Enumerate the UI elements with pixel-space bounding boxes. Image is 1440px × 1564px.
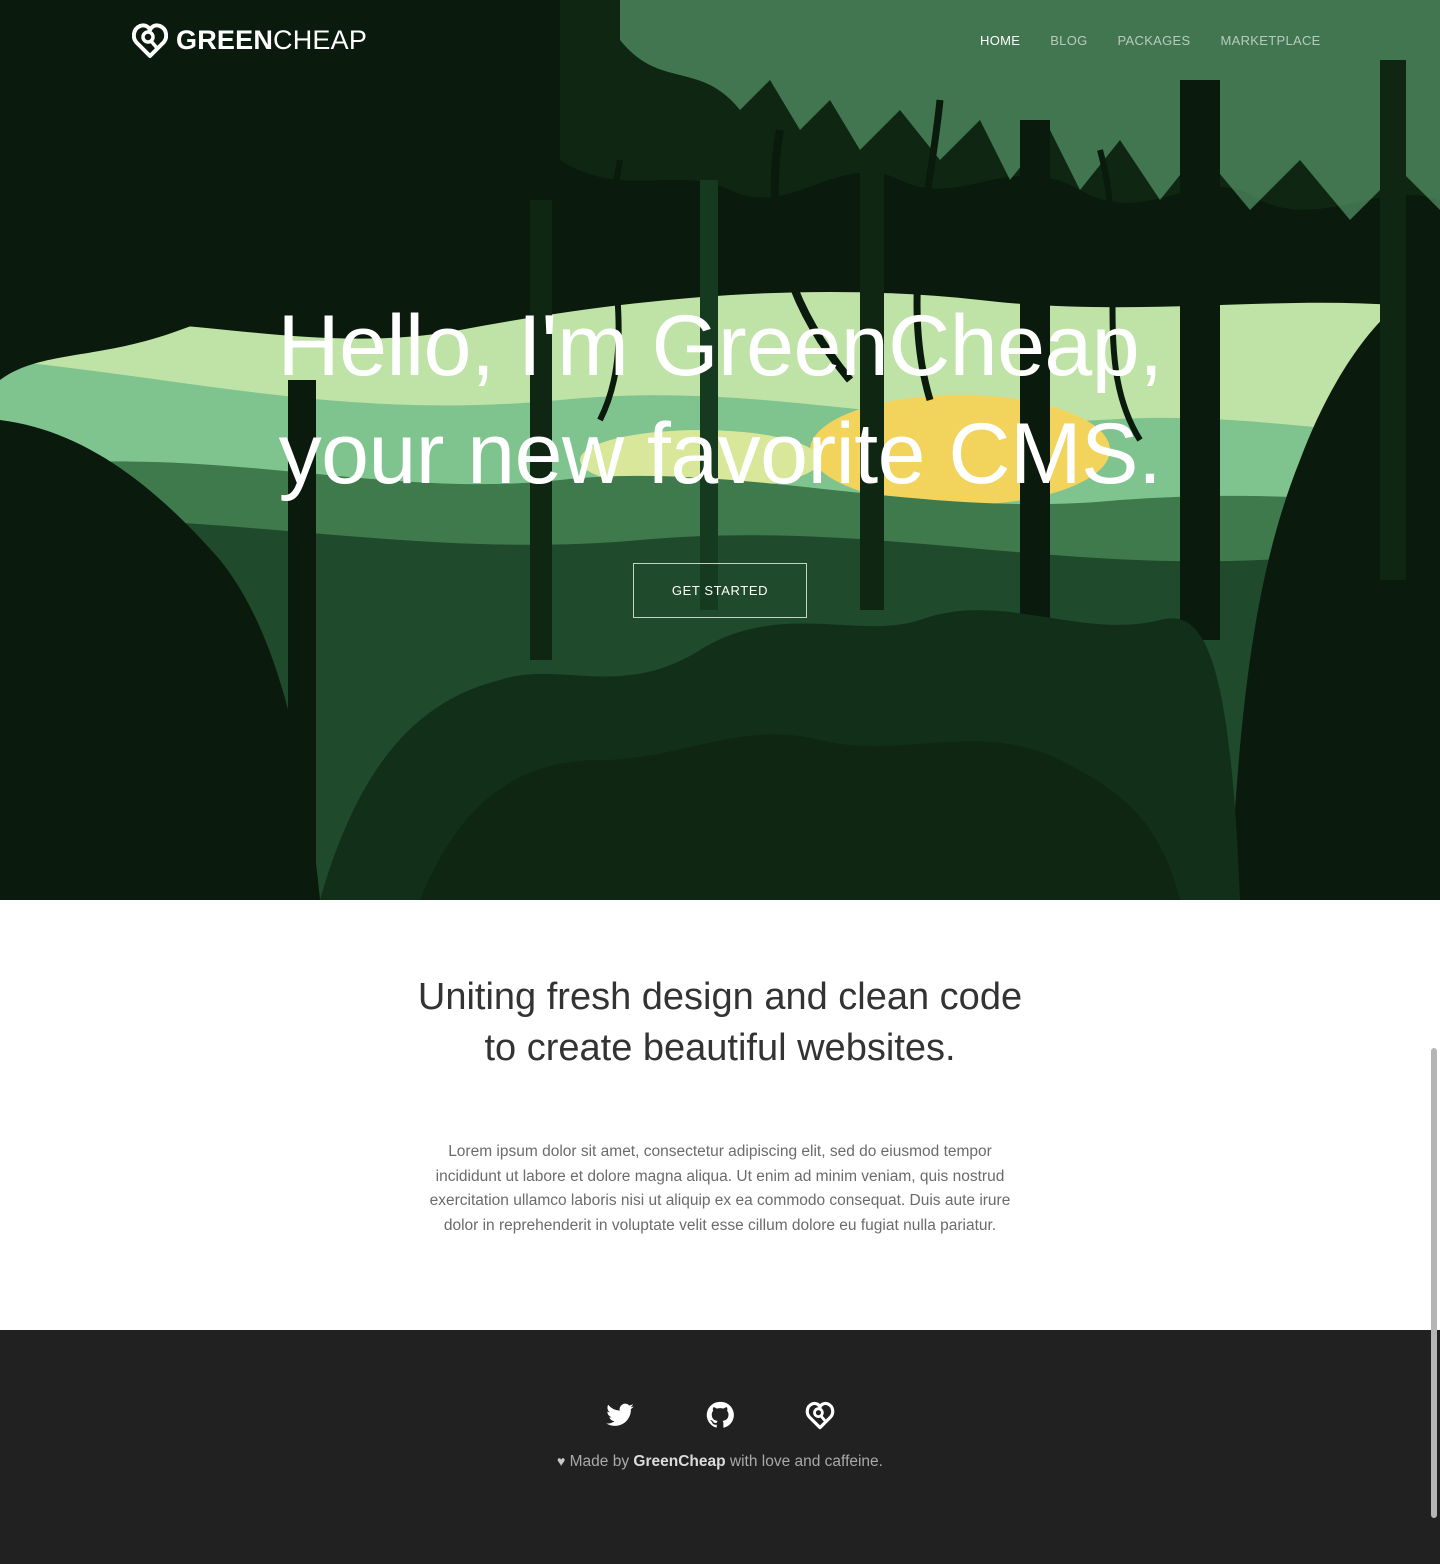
footer-credit: ♥ Made by GreenCheap with love and caffe… [0, 1453, 1440, 1471]
credit-prefix: Made by [569, 1453, 630, 1470]
nav-item-packages[interactable]: PACKAGES [1118, 32, 1191, 50]
intro-section: Uniting fresh design and clean code to c… [0, 900, 1440, 1330]
credit-brand-link[interactable]: GreenCheap [633, 1453, 725, 1470]
hero-section: GREENCHEAP HOME BLOG PACKAGES MARKETPLAC… [0, 0, 1440, 900]
heart-icon: ♥ [557, 1453, 566, 1469]
brand-logo[interactable]: GREENCHEAP [132, 20, 367, 60]
hero-headline: Hello, I'm GreenCheap, your new favorite… [0, 292, 1440, 508]
brand-wordmark: GREENCHEAP [176, 24, 368, 55]
intro-body-text: Lorem ipsum dolor sit amet, consectetur … [429, 1143, 1011, 1234]
greencheap-logo-icon[interactable] [805, 1400, 835, 1430]
main-menu: HOME BLOG PACKAGES MARKETPLACE [980, 32, 1321, 50]
nav-item-home[interactable]: HOME [980, 32, 1020, 50]
intro-heading: Uniting fresh design and clean code to c… [0, 972, 1440, 1074]
page-scrollbar[interactable] [1431, 1048, 1437, 1518]
site-footer: ♥ Made by GreenCheap with love and caffe… [0, 1330, 1440, 1564]
top-navbar: GREENCHEAP HOME BLOG PACKAGES MARKETPLAC… [0, 0, 1440, 80]
intro-heading-line-2: to create beautiful websites. [484, 1027, 956, 1069]
nav-item-marketplace[interactable]: MARKETPLACE [1221, 32, 1321, 50]
intro-heading-line-1: Uniting fresh design and clean code [417, 976, 1023, 1018]
social-links [0, 1400, 1440, 1430]
get-started-button[interactable]: GET STARTED [633, 563, 807, 618]
github-icon[interactable] [705, 1400, 735, 1430]
twitter-icon[interactable] [605, 1400, 635, 1430]
credit-suffix: with love and caffeine. [729, 1453, 883, 1470]
nav-item-blog[interactable]: BLOG [1050, 32, 1087, 50]
hero-headline-line-1: Hello, I'm GreenCheap, [277, 298, 1163, 394]
hero-headline-line-2: your new favorite CMS. [278, 406, 1162, 502]
greencheap-heart-logo-icon [132, 23, 168, 58]
